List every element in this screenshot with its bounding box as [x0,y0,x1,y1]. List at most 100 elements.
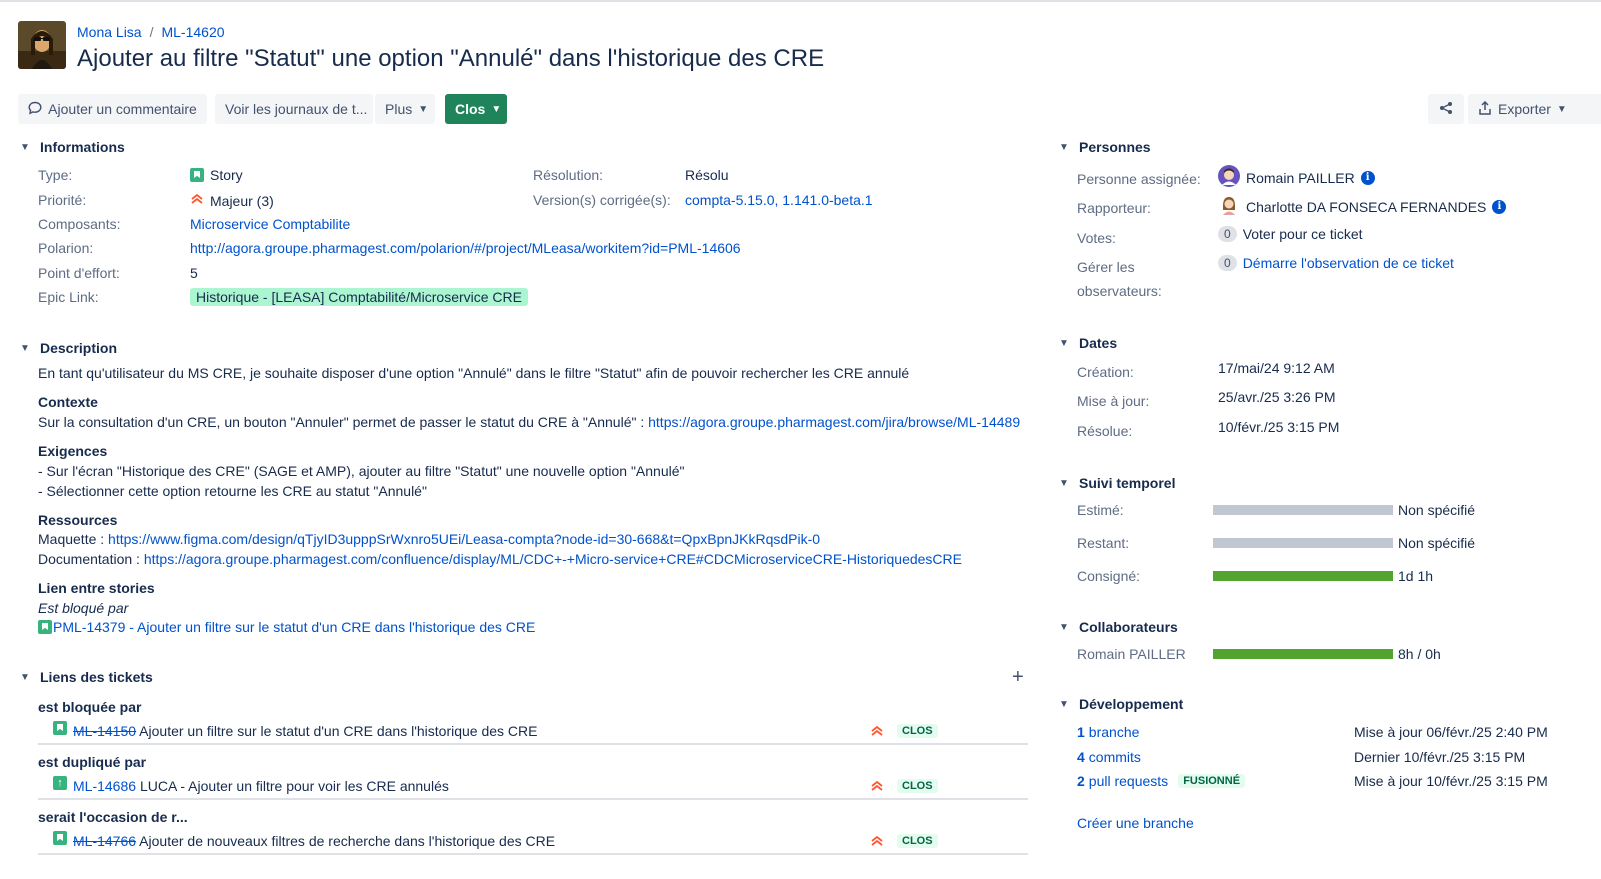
resolution-value: Résolu [685,167,729,183]
resolved-label: Résolue: [1077,423,1133,439]
context-heading: Contexte [38,394,98,410]
branch-count[interactable]: 1 [1077,724,1085,740]
priority-major-icon [190,192,204,209]
breadcrumb-issue-key-link[interactable]: ML-14620 [161,24,224,40]
pr-label[interactable]: pull requests [1089,773,1168,789]
pr-date: Mise à jour 10/févr./25 3:15 PM [1354,773,1548,789]
documentation-link[interactable]: https://agora.groupe.pharmagest.com/conf… [144,551,962,567]
dev-pull-requests[interactable]: 2 pull requests FUSIONNÉ [1077,773,1246,789]
add-comment-label: Ajouter un commentaire [48,101,197,117]
estimated-label: Estimé: [1077,502,1124,518]
export-button[interactable]: Exporter ▼ [1468,94,1601,124]
blocked-by-text: Est bloqué par [38,600,129,616]
people-header[interactable]: ▼ Personnes [1059,139,1151,155]
pr-count[interactable]: 2 [1077,773,1085,789]
share-button[interactable] [1428,94,1464,124]
dates-header[interactable]: ▼ Dates [1059,335,1117,351]
issue-links-header[interactable]: ▼ Liens des tickets [20,669,153,685]
created-label: Création: [1077,364,1134,380]
epic-link-value: Historique - [LEASA] Comptabilité/Micros… [190,288,528,306]
blocked-by-story-link[interactable]: PML-14379 - Ajouter un filtre sur le sta… [53,619,535,635]
priority-major-icon [870,724,884,741]
more-button[interactable]: Plus ▼ [375,94,435,124]
linked-issue-key[interactable]: ML-14686 [73,778,136,794]
linked-issue-row[interactable]: ML-14766 Ajouter de nouveaux filtres de … [38,829,1028,855]
logged-value: 1d 1h [1398,568,1434,584]
top-border [0,0,1601,2]
people-title: Personnes [1079,139,1151,155]
linked-issue-row[interactable]: ML-14150 Ajouter un filtre sur le statut… [38,719,1028,745]
link-group-title: serait l'occasion de r... [38,809,188,825]
share-icon [1439,101,1453,118]
updated-value: 25/avr./25 3:26 PM [1218,389,1336,405]
story-icon [190,168,204,182]
polarion-link[interactable]: http://agora.groupe.pharmagest.com/polar… [190,240,741,256]
status-label: Clos [455,101,486,117]
commit-label[interactable]: commits [1089,749,1141,765]
vote-action[interactable]: Voter pour ce ticket [1243,226,1363,242]
commit-date: Dernier 10/févr./25 3:15 PM [1354,749,1526,765]
effort-label: Point d'effort: [38,265,120,281]
type-value: Story [190,167,243,183]
informations-header[interactable]: ▼ Informations [20,139,125,155]
assignee-value: Romain PAILLER i [1218,165,1375,190]
assignee-name[interactable]: Romain PAILLER [1246,170,1355,186]
time-tracking-header[interactable]: ▼ Suivi temporel [1059,475,1175,491]
collaborators-title: Collaborateurs [1079,619,1178,635]
votes-label: Votes: [1077,230,1116,246]
collaborators-header[interactable]: ▼ Collaborateurs [1059,619,1178,635]
linked-issue-row[interactable]: ↑ ML-14686 LUCA - Ajouter un filtre pour… [38,774,1028,800]
documentation-label: Documentation : [38,551,144,567]
reporter-name[interactable]: Charlotte DA FONSECA FERNANDES [1246,199,1486,215]
development-header[interactable]: ▼ Développement [1059,696,1183,712]
mockup-link[interactable]: https://www.figma.com/design/qTjyID3uppp… [108,531,820,547]
create-branch-link[interactable]: Créer une branche [1077,815,1194,831]
remaining-value: Non spécifié [1398,535,1476,551]
watch-action-link[interactable]: Démarre l'observation de ce ticket [1243,255,1454,271]
watchers-label-line1: Gérer les [1077,259,1135,275]
collaborator-value: 8h / 0h [1398,646,1441,662]
dev-branches[interactable]: 1 branche [1077,724,1139,740]
project-avatar[interactable] [18,21,66,69]
view-worklogs-button[interactable]: Voir les journaux de t... [215,94,373,124]
resource-mockup: Maquette : https://www.figma.com/design/… [38,531,820,547]
breadcrumb-project-link[interactable]: Mona Lisa [77,24,142,40]
epic-link-label: Epic Link: [38,289,99,305]
chevron-down-icon: ▼ [1059,698,1069,710]
context-text: Sur la consultation d'un CRE, un bouton … [38,414,649,430]
context-link[interactable]: https://agora.groupe.pharmagest.com/jira… [648,414,1020,430]
requirement-1: - Sur l'écran "Historique des CRE" (SAGE… [38,463,685,479]
resources-heading: Ressources [38,512,118,528]
add-link-icon[interactable]: + [1012,666,1024,689]
commit-count[interactable]: 4 [1077,749,1085,765]
status-badge: CLOS [897,724,938,738]
avatar [1218,165,1240,190]
linked-issue-key[interactable]: ML-14150 [73,723,136,739]
branch-date: Mise à jour 06/févr./25 2:40 PM [1354,724,1548,740]
status-transition-button[interactable]: Clos ▼ [445,94,507,124]
chevron-down-icon: ▼ [1059,337,1069,349]
comment-icon [28,101,42,118]
estimated-bar [1213,505,1393,515]
add-comment-button[interactable]: Ajouter un commentaire [18,94,207,124]
priority-value: Majeur (3) [190,192,274,209]
fix-version-link[interactable]: compta-5.15.0, 1.141.0-beta.1 [685,192,873,208]
info-icon[interactable]: i [1492,199,1507,214]
updated-label: Mise à jour: [1077,393,1150,409]
branch-label[interactable]: branche [1089,724,1140,740]
chevron-down-icon: ▼ [20,141,30,153]
status-badge: CLOS [897,779,938,793]
dev-commits[interactable]: 4 commits [1077,749,1141,765]
component-link[interactable]: Microservice Comptabilite [190,216,350,232]
resolution-label: Résolution: [533,167,604,183]
epic-lozenge[interactable]: Historique - [LEASA] Comptabilité/Micros… [190,288,528,306]
issue-toolbar: Ajouter un commentaire Voir les journaux… [18,94,507,124]
breadcrumb-separator: / [149,24,154,40]
info-icon[interactable]: i [1360,170,1375,185]
linked-issue: ML-14686 LUCA - Ajouter un filtre pour v… [73,778,449,794]
linked-issue-key[interactable]: ML-14766 [73,833,136,849]
logged-bar-fill [1213,571,1393,581]
improvement-icon: ↑ [53,776,67,790]
status-badge: CLOS [897,834,938,848]
description-header[interactable]: ▼ Description [20,340,117,356]
